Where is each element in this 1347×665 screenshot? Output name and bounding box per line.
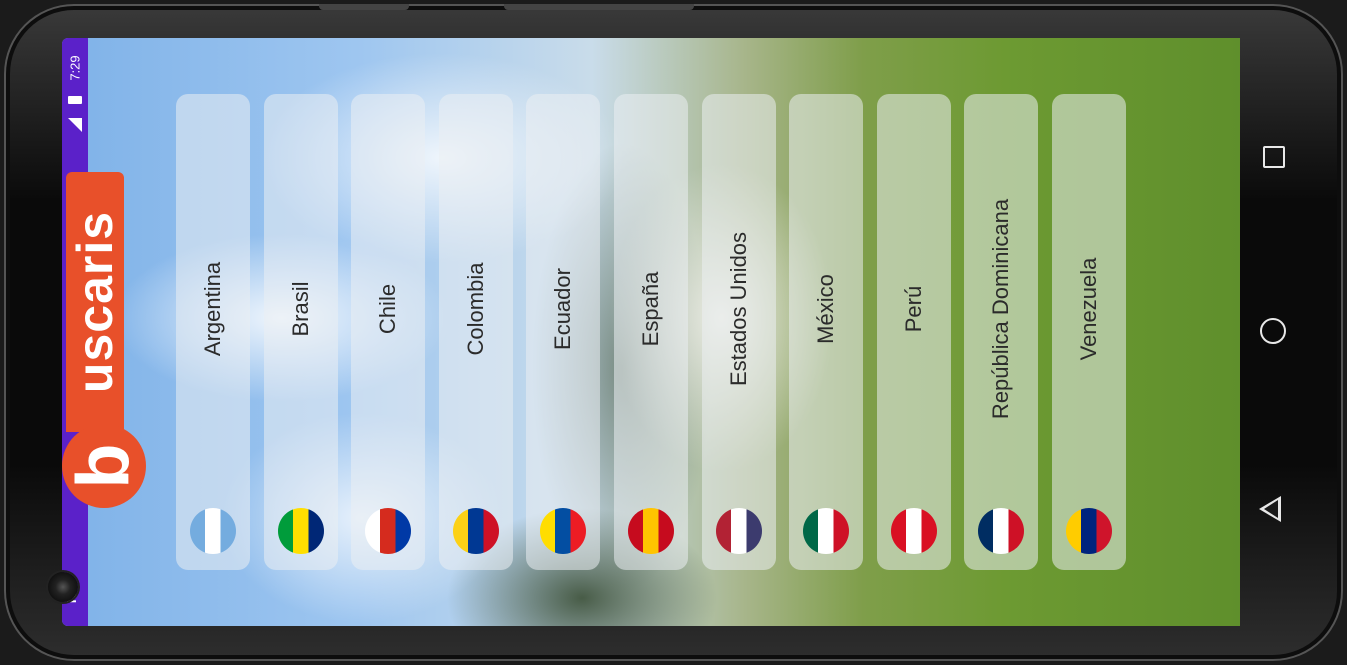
venezuela-flag-icon	[1066, 508, 1112, 554]
app-screen: 7:29 N uscaris b ArgentinaBrasilChileCol…	[62, 38, 1240, 626]
country-label: Brasil	[287, 281, 313, 337]
country-card[interactable]: Argentina	[176, 94, 250, 570]
country-label: Perú	[900, 285, 926, 333]
logo-wordmark: uscaris	[66, 172, 124, 432]
country-card[interactable]: Venezuela	[1052, 94, 1126, 570]
battery-icon	[68, 96, 82, 104]
country-label: República Dominicana	[988, 198, 1014, 420]
peru-flag-icon	[890, 508, 937, 554]
country-label: Ecuador	[550, 268, 576, 350]
speaker-slot	[319, 4, 409, 10]
logo-mark: b	[62, 424, 146, 508]
country-card[interactable]: República Dominicana	[964, 94, 1039, 570]
mexico-flag-icon	[803, 508, 850, 554]
home-icon[interactable]	[1260, 318, 1286, 344]
country-card[interactable]: Estados Unidos	[701, 94, 776, 570]
country-label: Estados Unidos	[725, 231, 751, 387]
colombia-flag-icon	[452, 508, 499, 554]
country-card[interactable]: España	[614, 94, 688, 570]
country-card[interactable]: México	[789, 94, 864, 570]
country-card[interactable]: Colombia	[438, 94, 513, 570]
country-label: Colombia	[462, 262, 488, 356]
camera-lens	[48, 572, 78, 602]
spain-flag-icon	[628, 508, 674, 554]
brazil-flag-icon	[277, 508, 324, 554]
dominican-republic-flag-icon	[978, 508, 1025, 554]
buscaris-logo: uscaris b	[62, 172, 146, 508]
status-time: 7:29	[67, 55, 83, 81]
country-card[interactable]: Brasil	[263, 94, 338, 570]
navigation-bar	[1255, 130, 1295, 530]
sensor-slot	[504, 4, 694, 10]
country-card[interactable]: Perú	[876, 94, 951, 570]
recents-icon[interactable]	[1263, 146, 1285, 168]
back-icon[interactable]	[1259, 496, 1281, 522]
country-label: Venezuela	[1076, 257, 1101, 361]
country-label: Argentina	[200, 261, 225, 357]
country-card[interactable]: Ecuador	[526, 94, 601, 570]
country-card[interactable]: Chile	[351, 94, 426, 570]
signal-icon	[68, 118, 82, 132]
chile-flag-icon	[365, 508, 412, 554]
country-label: Chile	[375, 283, 401, 335]
country-label: España	[638, 271, 663, 347]
argentina-flag-icon	[190, 508, 236, 554]
usa-flag-icon	[715, 508, 762, 554]
country-label: México	[813, 274, 839, 344]
ecuador-flag-icon	[540, 508, 587, 554]
